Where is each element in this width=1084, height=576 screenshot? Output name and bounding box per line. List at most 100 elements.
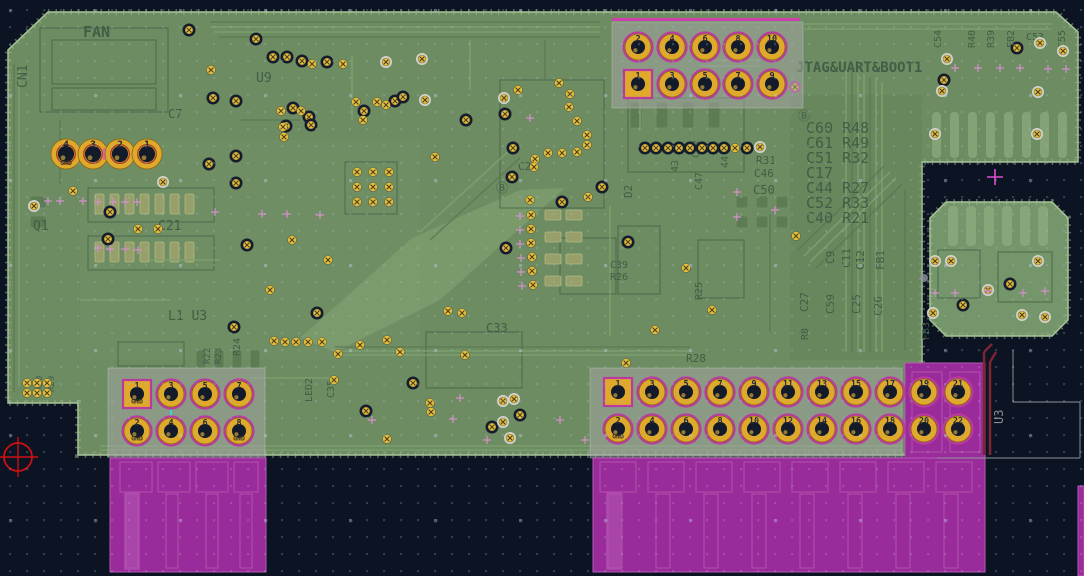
smd-pad[interactable]: [184, 193, 195, 215]
via[interactable]: [227, 320, 241, 334]
via[interactable]: [621, 235, 635, 249]
through-hole-pad[interactable]: 7: [223, 378, 255, 410]
through-hole-pad[interactable]: 15: [840, 376, 872, 408]
via[interactable]: [528, 280, 538, 290]
silk-text[interactable]: C54: [933, 30, 944, 48]
smd-pad[interactable]: [1020, 206, 1030, 246]
via[interactable]: [276, 106, 286, 116]
via[interactable]: [381, 100, 391, 110]
via[interactable]: [22, 378, 32, 388]
via[interactable]: [265, 285, 275, 295]
silk-text[interactable]: C26: [872, 296, 885, 316]
connector-body-overlay[interactable]: [904, 362, 986, 459]
smd-pad[interactable]: [124, 241, 135, 263]
through-hole-pad[interactable]: 13: [806, 376, 838, 408]
silk-text[interactable]: C39: [610, 260, 628, 271]
via[interactable]: [555, 195, 569, 209]
via[interactable]: [527, 266, 537, 276]
via[interactable]: [202, 157, 216, 171]
silk-text[interactable]: U9: [256, 71, 272, 86]
via[interactable]: [754, 141, 766, 153]
via[interactable]: [1003, 277, 1017, 291]
smd-pad[interactable]: [984, 206, 994, 246]
through-hole-pad[interactable]: 1: [602, 376, 634, 408]
through-hole-pad[interactable]: 6: [689, 31, 721, 63]
via[interactable]: [320, 55, 334, 69]
via[interactable]: [497, 416, 509, 428]
via[interactable]: [280, 337, 290, 347]
via[interactable]: [707, 305, 717, 315]
via[interactable]: [368, 167, 378, 177]
silk-text[interactable]: JTAG&UART&BOOT1: [796, 60, 922, 76]
via[interactable]: [229, 149, 243, 163]
connector-body-overlay[interactable]: [592, 457, 986, 573]
through-hole-pad[interactable]: 4: [636, 413, 668, 445]
via[interactable]: [269, 336, 279, 346]
via[interactable]: [526, 238, 536, 248]
via[interactable]: [384, 197, 394, 207]
via[interactable]: [317, 337, 327, 347]
pcb-render[interactable]: FANCN1C7U9Q1C21L1 U3R22R23R24R30R29LED2C…: [0, 0, 1084, 576]
through-hole-pad[interactable]: 2 GND: [121, 415, 153, 447]
smd-pad[interactable]: [968, 112, 977, 158]
silk-text[interactable]: R39: [986, 30, 997, 48]
via[interactable]: [1057, 45, 1069, 57]
through-hole-pad[interactable]: 11: [772, 376, 804, 408]
smd-pad[interactable]: [154, 193, 165, 215]
via[interactable]: [28, 200, 40, 212]
through-hole-pad[interactable]: 6: [189, 415, 221, 447]
silk-text[interactable]: C11: [840, 248, 853, 268]
via[interactable]: [329, 375, 339, 385]
via[interactable]: [352, 197, 362, 207]
via[interactable]: [564, 102, 574, 112]
through-hole-pad[interactable]: 12: [772, 413, 804, 445]
silk-text[interactable]: C33: [486, 321, 508, 335]
smd-pad[interactable]: [986, 112, 995, 158]
via[interactable]: [303, 337, 313, 347]
via[interactable]: [266, 50, 280, 64]
via[interactable]: [565, 89, 575, 99]
via[interactable]: [497, 395, 509, 407]
silk-text[interactable]: R31: [756, 154, 776, 167]
through-hole-pad[interactable]: 5: [189, 378, 221, 410]
silk-text[interactable]: C47: [694, 172, 705, 190]
smd-pad[interactable]: [565, 209, 583, 221]
silk-text[interactable]: C50: [753, 183, 775, 197]
connector-body-overlay[interactable]: [1077, 485, 1084, 576]
via[interactable]: [530, 154, 540, 164]
via[interactable]: [32, 378, 42, 388]
smd-pad[interactable]: [1004, 112, 1013, 158]
smd-pad[interactable]: [565, 253, 583, 265]
smd-pad[interactable]: [249, 349, 261, 369]
via[interactable]: [358, 115, 368, 125]
smd-pad[interactable]: [544, 253, 562, 265]
via[interactable]: [323, 255, 333, 265]
silk-text[interactable]: R24: [232, 338, 243, 356]
via[interactable]: [416, 53, 428, 65]
via[interactable]: [557, 148, 567, 158]
smd-pad[interactable]: [139, 241, 150, 263]
via[interactable]: [485, 420, 499, 434]
via[interactable]: [1010, 41, 1024, 55]
smd-pad[interactable]: [966, 206, 976, 246]
via[interactable]: [279, 132, 289, 142]
via[interactable]: [380, 56, 392, 68]
via[interactable]: [572, 116, 582, 126]
via[interactable]: [526, 210, 536, 220]
through-hole-pad[interactable]: 14: [806, 413, 838, 445]
through-hole-pad[interactable]: 1 GND: [121, 378, 153, 410]
via[interactable]: [42, 388, 52, 398]
through-hole-pad[interactable]: 9: [738, 376, 770, 408]
through-hole-pad[interactable]: 3: [636, 376, 668, 408]
silk-text[interactable]: D2: [622, 185, 635, 198]
smd-pad[interactable]: [775, 215, 789, 229]
via[interactable]: [229, 94, 243, 108]
smd-pad[interactable]: [1022, 112, 1031, 158]
via[interactable]: [419, 94, 431, 106]
silk-text[interactable]: FB3: [921, 322, 932, 340]
silk-text[interactable]: LED2: [304, 378, 315, 402]
via[interactable]: [543, 148, 553, 158]
silk-text[interactable]: Q1: [33, 219, 49, 234]
smd-pad[interactable]: [565, 231, 583, 243]
smd-pad[interactable]: [139, 193, 150, 215]
